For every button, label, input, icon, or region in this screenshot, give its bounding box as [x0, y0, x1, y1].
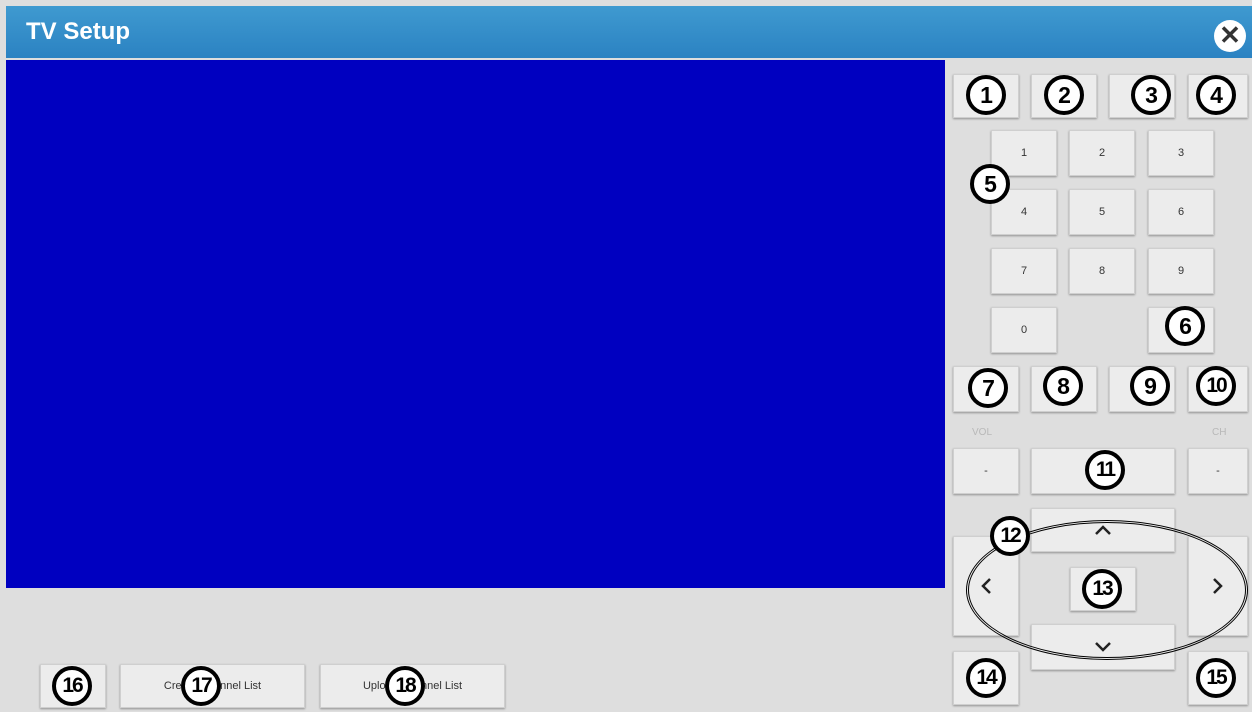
callout-16: 16 — [52, 666, 92, 706]
callout-11: 11 — [1085, 450, 1125, 490]
vol-label: VOL — [972, 427, 993, 438]
tv-preview-screen — [6, 60, 945, 588]
callout-18: 18 — [385, 666, 425, 706]
keypad-9[interactable]: 9 — [1148, 248, 1214, 294]
callout-7: 7 — [968, 368, 1008, 408]
callout-14: 14 — [966, 658, 1006, 698]
window-title: TV Setup — [26, 18, 131, 45]
keypad-5[interactable]: 5 — [1069, 189, 1135, 235]
keypad-2[interactable]: 2 — [1069, 130, 1135, 176]
ch-label: CH — [1212, 427, 1227, 438]
keypad-7[interactable]: 7 — [991, 248, 1057, 294]
callout-1: 1 — [966, 75, 1006, 115]
callout-15: 15 — [1196, 658, 1236, 698]
title-bar: TV Setup ✕ — [6, 6, 1252, 58]
callout-2: 2 — [1044, 75, 1084, 115]
callout-5: 5 — [970, 164, 1010, 204]
callout-17: 17 — [181, 666, 221, 706]
callout-8: 8 — [1043, 366, 1083, 406]
close-icon[interactable]: ✕ — [1214, 20, 1246, 52]
callout-4: 4 — [1196, 75, 1236, 115]
keypad-6[interactable]: 6 — [1148, 189, 1214, 235]
callout-3: 3 — [1131, 75, 1171, 115]
keypad-0[interactable]: 0 — [991, 307, 1057, 353]
keypad-8[interactable]: 8 — [1069, 248, 1135, 294]
vol-minus-button[interactable]: - — [953, 448, 1019, 494]
keypad-3[interactable]: 3 — [1148, 130, 1214, 176]
callout-12: 12 — [990, 516, 1030, 556]
ch-minus-button[interactable]: - — [1188, 448, 1248, 494]
callout-9: 9 — [1130, 366, 1170, 406]
callout-13: 13 — [1082, 569, 1122, 609]
callout-10: 10 — [1196, 366, 1236, 406]
callout-6: 6 — [1165, 306, 1205, 346]
